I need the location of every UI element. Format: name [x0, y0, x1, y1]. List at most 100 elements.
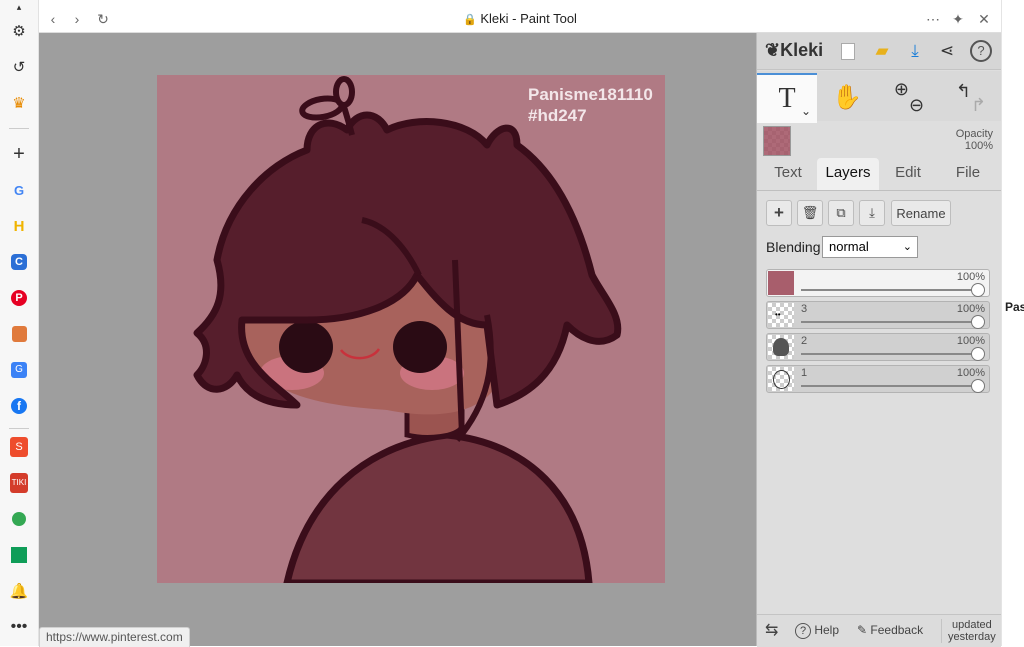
pinterest-icon[interactable]: P — [8, 287, 30, 309]
adjacent-page-edge: Pas — [1001, 0, 1024, 646]
help-icon[interactable]: ? — [970, 40, 992, 62]
layer-opacity-slider[interactable] — [801, 385, 977, 387]
google-icon[interactable]: G — [8, 179, 30, 201]
zoom-in-icon[interactable]: ⊕ — [894, 79, 909, 100]
updated-line-1: updated — [951, 619, 992, 631]
lock-icon: 🔒 — [463, 14, 477, 26]
app-c-icon[interactable]: C — [8, 251, 30, 273]
layer-row[interactable]: 1 100% — [766, 365, 990, 393]
panel-tabs: Text Layers Edit File — [757, 158, 1001, 191]
panel-footer: ⇆ ? Help ✎ Feedback updated yesterday — [757, 614, 1001, 647]
layer-thumbnail — [768, 271, 794, 295]
tab-layers[interactable]: Layers — [817, 158, 879, 190]
eye-right — [393, 321, 447, 373]
layer-opacity-knob[interactable] — [971, 315, 985, 329]
sheets-icon[interactable] — [8, 544, 30, 566]
tiki-icon[interactable]: TIKI — [8, 472, 30, 494]
window-title-text: Kleki - Paint Tool — [480, 11, 577, 26]
opacity-value: 100% — [964, 140, 993, 152]
h-app-icon[interactable]: H — [8, 215, 30, 237]
more-icon[interactable]: ••• — [8, 616, 30, 638]
new-image-icon[interactable] — [837, 40, 859, 62]
rename-layer-button[interactable]: Rename — [891, 200, 951, 226]
more-options-icon[interactable]: ⋯ — [923, 9, 943, 29]
add-layer-button[interactable]: + — [766, 200, 792, 226]
feedback-icon: ✎ — [857, 623, 868, 637]
layer-row[interactable]: 100% — [766, 269, 990, 297]
help-circle-icon: ? — [795, 623, 811, 639]
history-icon[interactable]: ↺ — [8, 56, 30, 78]
layer-name: 2 — [801, 335, 808, 347]
gear-icon[interactable]: ⚙ — [8, 20, 30, 42]
tab-file[interactable]: File — [941, 158, 995, 190]
layer-row[interactable]: •• 3 100% — [766, 301, 990, 329]
zoom-tools: ⊕ ⊖ — [879, 73, 939, 121]
add-icon[interactable]: + — [8, 143, 30, 165]
artwork — [193, 76, 622, 583]
panel-header: ❦Kleki ▰ ⤓ ⋖ ? — [757, 33, 1001, 70]
translate-icon[interactable]: G — [8, 359, 30, 381]
eye-left — [279, 321, 333, 373]
merge-layer-button[interactable]: ⤓ — [859, 200, 885, 226]
updated-note[interactable]: updated yesterday — [941, 619, 996, 643]
help-link[interactable]: ? Help — [795, 623, 839, 639]
status-url: https://www.pinterest.com — [39, 627, 190, 647]
kleki-logo[interactable]: ❦Kleki — [765, 40, 823, 61]
layer-opacity-knob[interactable] — [971, 347, 985, 361]
layer-thumbnail: •• — [768, 303, 794, 327]
kleki-logo-icon: ❦ — [765, 40, 781, 60]
shopee-icon[interactable]: S — [8, 436, 30, 458]
edge-text: Pas — [1005, 300, 1024, 314]
watermark: Panisme181110 #hd247 — [528, 84, 653, 126]
tab-edit[interactable]: Edit — [881, 158, 935, 190]
layer-opacity-knob[interactable] — [971, 283, 985, 297]
duplicate-icon: ⧉ — [836, 205, 846, 220]
duplicate-layer-button[interactable]: ⧉ — [828, 200, 854, 226]
updated-line-2: yesterday — [948, 631, 996, 643]
chevron-down-icon[interactable]: ⌄ — [801, 104, 811, 119]
layer-thumbnail — [768, 335, 794, 359]
color-swatch[interactable] — [763, 126, 791, 156]
chevron-up-icon[interactable]: ▴ — [8, 2, 30, 12]
layer-opacity-slider[interactable] — [801, 321, 977, 323]
merge-down-icon: ⤓ — [869, 205, 875, 220]
app-shield-icon[interactable] — [8, 323, 30, 345]
open-folder-icon[interactable]: ▰ — [871, 40, 893, 62]
save-download-icon[interactable]: ⤓ — [904, 40, 926, 62]
pin-icon[interactable]: ✦ — [948, 9, 968, 29]
layer-name: 1 — [801, 367, 808, 379]
layer-opacity-slider[interactable] — [801, 353, 977, 355]
blending-select[interactable]: normal ⌄ — [822, 236, 918, 258]
layer-opacity-knob[interactable] — [971, 379, 985, 393]
layer-name: 3 — [801, 303, 808, 315]
undo-icon[interactable]: ↰ — [956, 81, 971, 102]
window-title: 🔒 Kleki - Paint Tool — [39, 11, 1001, 26]
layer-row[interactable]: 2 100% — [766, 333, 990, 361]
share-icon[interactable]: ⋖ — [936, 40, 958, 62]
chevron-down-icon: ⌄ — [902, 241, 912, 253]
redo-icon[interactable]: ↱ — [971, 95, 986, 116]
layer-opacity-slider[interactable] — [801, 289, 977, 291]
layer-opacity: 100% — [956, 367, 985, 379]
opacity-display[interactable]: Opacity 100% — [956, 128, 993, 152]
hand-tool-icon[interactable]: ✋ — [817, 73, 877, 121]
swap-side-icon[interactable]: ⇆ — [765, 620, 778, 640]
text-tool[interactable]: T ⌄ — [757, 73, 817, 123]
layer-opacity: 100% — [956, 335, 985, 347]
feedback-link[interactable]: ✎ Feedback — [857, 623, 923, 637]
browser-sidebar: ▴ ⚙ ↺ ♛ + G H C P G f S TIKI 🔔 ••• — [0, 0, 39, 646]
maps-icon[interactable] — [8, 508, 30, 530]
tab-text[interactable]: Text — [761, 158, 815, 190]
facebook-icon[interactable]: f — [8, 395, 30, 417]
blending-label: Blending — [766, 239, 821, 255]
history-tools: ↰ ↱ — [941, 73, 1001, 121]
sidebar-divider — [9, 128, 29, 129]
crown-icon[interactable]: ♛ — [8, 92, 30, 114]
zoom-out-icon[interactable]: ⊖ — [909, 95, 924, 116]
delete-layer-button[interactable]: 🗑 — [797, 200, 823, 226]
shirt-shape — [283, 431, 593, 583]
close-icon[interactable]: ✕ — [974, 9, 994, 29]
bell-icon[interactable]: 🔔 — [8, 580, 30, 602]
drawing-canvas[interactable]: Panisme181110 #hd247 — [157, 75, 665, 583]
layer-opacity: 100% — [956, 271, 985, 283]
